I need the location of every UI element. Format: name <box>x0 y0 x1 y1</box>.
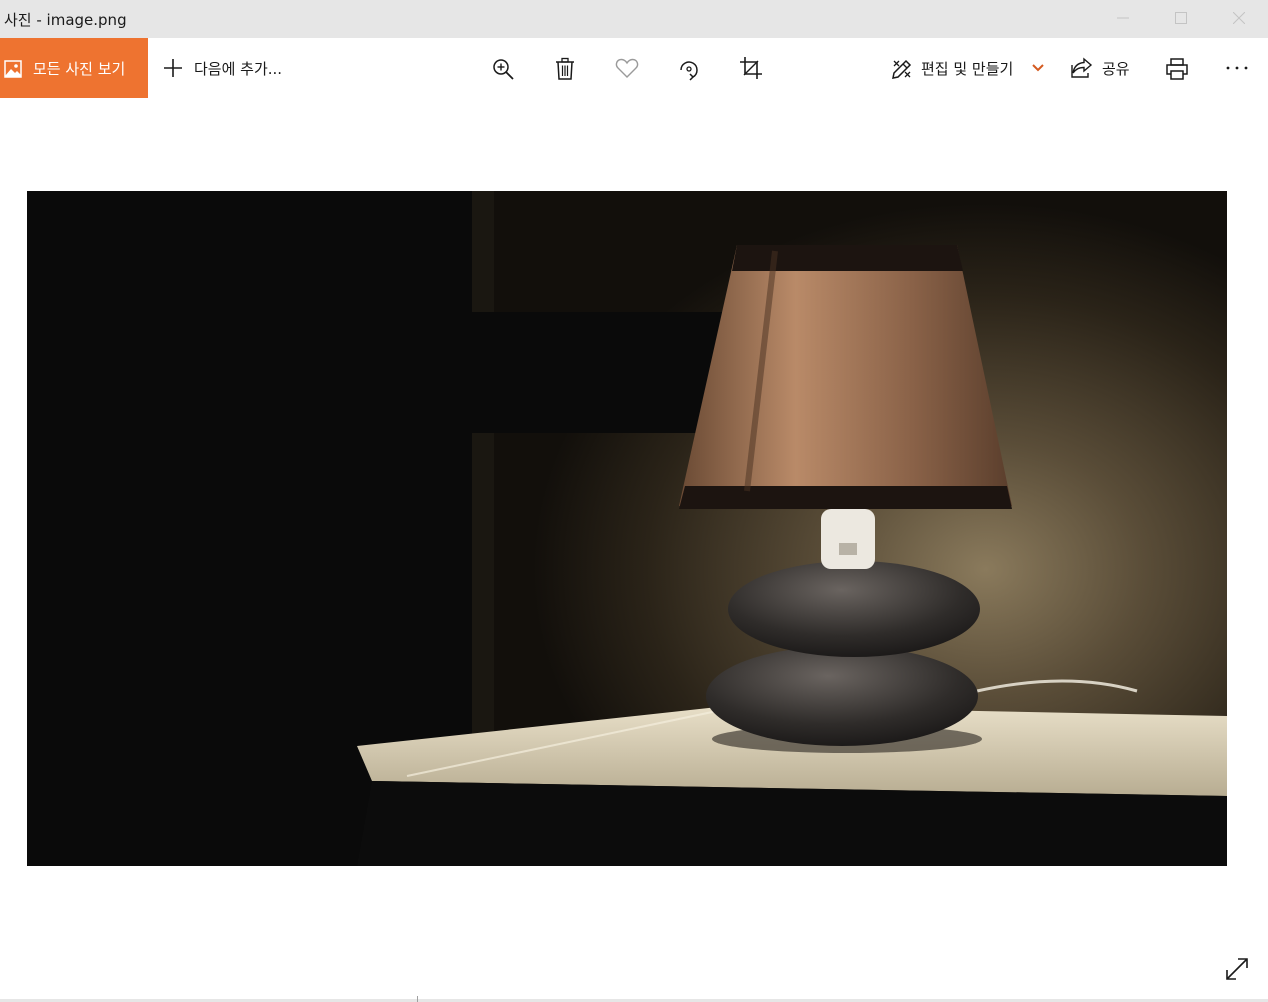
more-icon <box>1226 66 1248 70</box>
fullscreen-icon <box>1226 958 1248 980</box>
photo-icon <box>4 60 22 78</box>
zoom-in-icon <box>493 59 514 80</box>
print-icon <box>1166 58 1188 80</box>
close-icon <box>1233 12 1245 24</box>
share-button[interactable]: 공유 <box>1070 38 1136 98</box>
share-label: 공유 <box>1102 60 1130 78</box>
rotate-button[interactable] <box>674 38 704 98</box>
add-to-button[interactable]: 다음에 추가... <box>160 38 290 98</box>
print-button[interactable] <box>1162 38 1192 98</box>
crop-button[interactable] <box>736 38 766 98</box>
title-bar: 사진 - image.png <box>0 0 1268 38</box>
rotate-icon <box>680 61 698 81</box>
window-title: 사진 - image.png <box>4 11 127 29</box>
photo-viewer[interactable] <box>27 191 1227 866</box>
plus-icon <box>164 59 182 77</box>
minimize-button[interactable] <box>1094 0 1152 38</box>
maximize-button[interactable] <box>1152 0 1210 38</box>
minimize-icon <box>1117 17 1129 19</box>
photo-image <box>27 191 1227 866</box>
edit-create-label: 편집 및 만들기 <box>921 60 1014 78</box>
more-button[interactable] <box>1224 38 1252 98</box>
all-photos-button[interactable]: 모든 사진 보기 <box>0 38 148 98</box>
filmstrip-divider <box>417 996 418 1002</box>
edit-create-icon <box>892 59 912 79</box>
heart-icon <box>615 58 639 78</box>
share-icon <box>1071 57 1093 78</box>
close-button[interactable] <box>1210 0 1268 38</box>
all-photos-label: 모든 사진 보기 <box>33 60 126 78</box>
chevron-down-icon <box>1032 64 1044 72</box>
crop-icon <box>740 57 762 79</box>
delete-button[interactable] <box>550 38 580 98</box>
edit-create-button[interactable]: 편집 및 만들기 <box>888 38 1048 98</box>
zoom-button[interactable] <box>488 38 518 98</box>
fullscreen-button[interactable] <box>1224 956 1250 982</box>
favorite-button[interactable] <box>612 38 642 98</box>
maximize-icon <box>1175 12 1187 24</box>
trash-icon <box>556 57 574 80</box>
add-to-label: 다음에 추가... <box>194 60 283 78</box>
toolbar: 모든 사진 보기 다음에 추가... 편집 및 만들기 공유 <box>0 38 1268 98</box>
